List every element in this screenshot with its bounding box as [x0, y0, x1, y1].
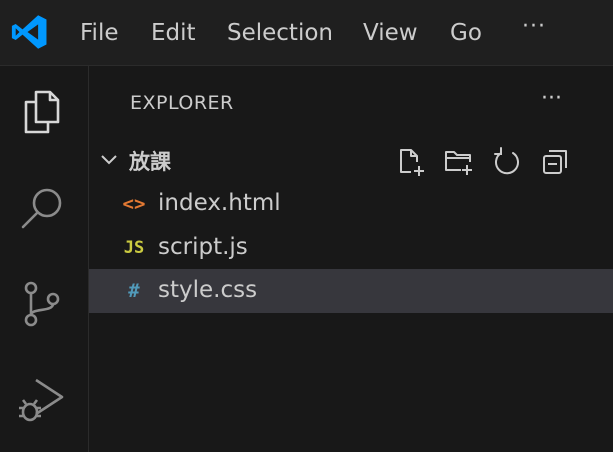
file-row-index-html[interactable]: <> index.html	[89, 182, 613, 226]
menu-edit[interactable]: Edit	[151, 18, 196, 48]
run-debug-icon[interactable]	[16, 372, 68, 424]
folder-name: 放課	[129, 150, 171, 174]
explorer-title: EXPLORER	[130, 92, 234, 114]
activity-bar	[0, 66, 89, 452]
file-row-style-css[interactable]: # style.css	[89, 269, 613, 313]
html-file-icon: <>	[122, 193, 146, 215]
explorer-files-icon[interactable]	[16, 86, 68, 138]
collapse-all-icon[interactable]	[539, 146, 571, 178]
new-file-icon[interactable]	[395, 146, 427, 178]
menu-file[interactable]: File	[80, 18, 119, 48]
explorer-sidebar: EXPLORER ··· 放課 <> index.html JS script.…	[89, 66, 613, 452]
css-file-icon: #	[128, 280, 140, 302]
chevron-down-icon[interactable]	[99, 150, 119, 170]
file-name: style.css	[158, 277, 258, 303]
refresh-icon[interactable]	[491, 146, 523, 178]
menu-selection[interactable]: Selection	[227, 18, 333, 48]
js-file-icon: JS	[123, 238, 145, 258]
vscode-logo-icon[interactable]	[10, 13, 48, 51]
folder-header[interactable]: 放課	[89, 140, 613, 180]
menu-more-button[interactable]: ···	[522, 14, 546, 39]
menu-view[interactable]: View	[363, 18, 418, 48]
explorer-more-button[interactable]: ···	[541, 86, 562, 111]
source-control-icon[interactable]	[16, 278, 68, 330]
title-bar: File Edit Selection View Go ···	[0, 0, 613, 66]
file-row-script-js[interactable]: JS script.js	[89, 226, 613, 270]
new-folder-icon[interactable]	[443, 146, 475, 178]
menu-go[interactable]: Go	[450, 18, 482, 48]
search-icon[interactable]	[16, 182, 68, 234]
file-name: index.html	[158, 190, 281, 216]
file-name: script.js	[158, 234, 248, 260]
